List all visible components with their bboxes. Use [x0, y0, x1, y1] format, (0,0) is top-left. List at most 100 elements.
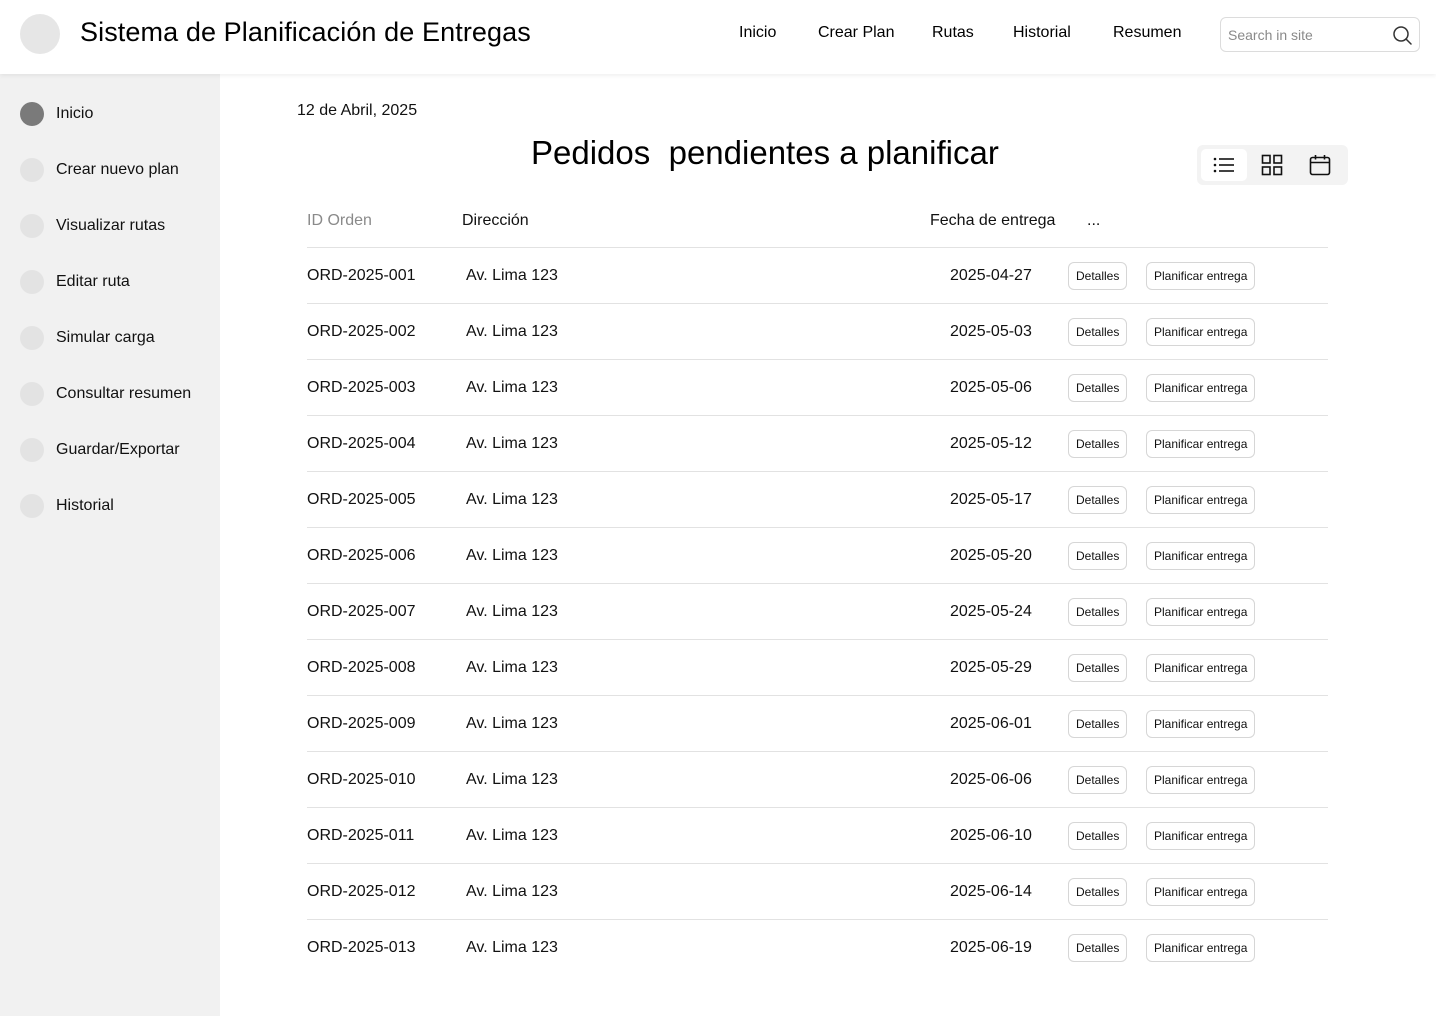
- view-mode-toggle: [1197, 145, 1348, 185]
- sidebar-item-label: Simular carga: [56, 329, 155, 346]
- order-id: ORD-2025-008: [307, 659, 416, 676]
- details-button[interactable]: Detalles: [1068, 374, 1128, 402]
- table-row: ORD-2025-004 Av. Lima 123 2025-05-12 Det…: [307, 416, 1328, 472]
- plan-delivery-button[interactable]: Planificar entrega: [1146, 878, 1256, 906]
- column-header-address[interactable]: Dirección: [462, 212, 529, 230]
- order-id: ORD-2025-001: [307, 267, 416, 284]
- table-row: ORD-2025-010 Av. Lima 123 2025-06-06 Det…: [307, 752, 1328, 808]
- order-address: Av. Lima 123: [466, 491, 558, 508]
- calendar-view-button[interactable]: [1297, 149, 1343, 181]
- details-button[interactable]: Detalles: [1068, 710, 1128, 738]
- plan-delivery-button[interactable]: Planificar entrega: [1146, 318, 1256, 346]
- plan-delivery-button[interactable]: Planificar entrega: [1146, 766, 1256, 794]
- nav-link-inicio[interactable]: Inicio: [739, 24, 776, 42]
- sidebar-item-guardar-exportar[interactable]: Guardar/Exportar: [20, 437, 210, 463]
- sidebar-dot-icon: [20, 158, 44, 182]
- sidebar-dot-icon: [20, 438, 44, 462]
- order-address: Av. Lima 123: [466, 659, 558, 676]
- details-button[interactable]: Detalles: [1068, 542, 1128, 570]
- order-delivery-date: 2025-05-12: [950, 435, 1032, 452]
- details-button[interactable]: Detalles: [1068, 654, 1128, 682]
- order-delivery-date: 2025-05-24: [950, 603, 1032, 620]
- plan-delivery-button[interactable]: Planificar entrega: [1146, 822, 1256, 850]
- plan-delivery-button[interactable]: Planificar entrega: [1146, 486, 1256, 514]
- details-button[interactable]: Detalles: [1068, 262, 1128, 290]
- order-id: ORD-2025-011: [307, 827, 415, 844]
- search-input[interactable]: [1228, 25, 1388, 45]
- order-delivery-date: 2025-04-27: [950, 267, 1032, 284]
- current-date: 12 de Abril, 2025: [297, 102, 418, 119]
- sidebar-item-label: Consultar resumen: [56, 385, 192, 402]
- plan-delivery-button[interactable]: Planificar entrega: [1146, 262, 1256, 290]
- sidebar-dot-icon: [20, 382, 44, 406]
- order-address: Av. Lima 123: [466, 547, 558, 564]
- column-header-more[interactable]: ...: [1087, 212, 1100, 230]
- plan-delivery-button[interactable]: Planificar entrega: [1146, 374, 1256, 402]
- details-button[interactable]: Detalles: [1068, 430, 1128, 458]
- order-address: Av. Lima 123: [466, 435, 558, 452]
- grid-view-button[interactable]: [1249, 149, 1295, 181]
- table-row: ORD-2025-007 Av. Lima 123 2025-05-24 Det…: [307, 584, 1328, 640]
- order-id: ORD-2025-013: [307, 939, 416, 956]
- order-address: Av. Lima 123: [466, 939, 558, 956]
- nav-link-resumen[interactable]: Resumen: [1113, 24, 1181, 42]
- app-logo[interactable]: [20, 14, 60, 54]
- order-id: ORD-2025-007: [307, 603, 416, 620]
- details-button[interactable]: Detalles: [1068, 822, 1128, 850]
- search-icon[interactable]: [1392, 25, 1412, 45]
- plan-delivery-button[interactable]: Planificar entrega: [1146, 542, 1256, 570]
- order-delivery-date: 2025-06-14: [950, 883, 1032, 900]
- order-delivery-date: 2025-05-17: [950, 491, 1032, 508]
- top-header: Sistema de Planificación de Entregas Ini…: [0, 0, 1436, 74]
- details-button[interactable]: Detalles: [1068, 318, 1128, 346]
- order-id: ORD-2025-005: [307, 491, 416, 508]
- sidebar-item-consultar-resumen[interactable]: Consultar resumen: [20, 381, 210, 407]
- order-id: ORD-2025-004: [307, 435, 416, 452]
- order-id: ORD-2025-006: [307, 547, 416, 564]
- details-button[interactable]: Detalles: [1068, 878, 1128, 906]
- sidebar: Inicio Crear nuevo plan Visualizar rutas…: [0, 74, 220, 1016]
- details-button[interactable]: Detalles: [1068, 766, 1128, 794]
- table-row: ORD-2025-005 Av. Lima 123 2025-05-17 Det…: [307, 472, 1328, 528]
- order-address: Av. Lima 123: [466, 379, 558, 396]
- order-address: Av. Lima 123: [466, 715, 558, 732]
- calendar-icon: [1309, 155, 1331, 176]
- table-row: ORD-2025-011 Av. Lima 123 2025-06-10 Det…: [307, 808, 1328, 864]
- order-delivery-date: 2025-05-06: [950, 379, 1032, 396]
- sidebar-item-historial[interactable]: Historial: [20, 493, 210, 519]
- nav-link-crear-plan[interactable]: Crear Plan: [818, 24, 894, 42]
- plan-delivery-button[interactable]: Planificar entrega: [1146, 598, 1256, 626]
- order-address: Av. Lima 123: [466, 883, 558, 900]
- plan-delivery-button[interactable]: Planificar entrega: [1146, 934, 1256, 962]
- column-header-date[interactable]: Fecha de entrega: [930, 212, 1055, 230]
- order-address: Av. Lima 123: [466, 827, 558, 844]
- sidebar-dot-icon: [20, 270, 44, 294]
- order-address: Av. Lima 123: [466, 771, 558, 788]
- sidebar-item-inicio[interactable]: Inicio: [20, 101, 210, 127]
- plan-delivery-button[interactable]: Planificar entrega: [1146, 710, 1256, 738]
- sidebar-item-simular-carga[interactable]: Simular carga: [20, 325, 210, 351]
- order-delivery-date: 2025-05-29: [950, 659, 1032, 676]
- order-id: ORD-2025-009: [307, 715, 416, 732]
- plan-delivery-button[interactable]: Planificar entrega: [1146, 430, 1256, 458]
- list-view-button[interactable]: [1201, 149, 1247, 181]
- order-id: ORD-2025-002: [307, 323, 416, 340]
- sidebar-item-visualizar-rutas[interactable]: Visualizar rutas: [20, 213, 210, 239]
- table-row: ORD-2025-001 Av. Lima 123 2025-04-27 Det…: [307, 248, 1328, 304]
- nav-link-rutas[interactable]: Rutas: [932, 24, 974, 42]
- order-address: Av. Lima 123: [466, 323, 558, 340]
- order-delivery-date: 2025-06-06: [950, 771, 1032, 788]
- plan-delivery-button[interactable]: Planificar entrega: [1146, 654, 1256, 682]
- table-header: ID Orden Dirección Fecha de entrega ...: [307, 200, 1328, 248]
- sidebar-item-label: Guardar/Exportar: [56, 441, 180, 458]
- details-button[interactable]: Detalles: [1068, 486, 1128, 514]
- nav-link-historial[interactable]: Historial: [1013, 24, 1071, 42]
- column-header-id[interactable]: ID Orden: [307, 212, 372, 230]
- table-row: ORD-2025-009 Av. Lima 123 2025-06-01 Det…: [307, 696, 1328, 752]
- sidebar-item-editar-ruta[interactable]: Editar ruta: [20, 269, 210, 295]
- details-button[interactable]: Detalles: [1068, 598, 1128, 626]
- details-button[interactable]: Detalles: [1068, 934, 1128, 962]
- sidebar-item-crear-nuevo-plan[interactable]: Crear nuevo plan: [20, 157, 210, 183]
- table-row: ORD-2025-006 Av. Lima 123 2025-05-20 Det…: [307, 528, 1328, 584]
- table-row: ORD-2025-003 Av. Lima 123 2025-05-06 Det…: [307, 360, 1328, 416]
